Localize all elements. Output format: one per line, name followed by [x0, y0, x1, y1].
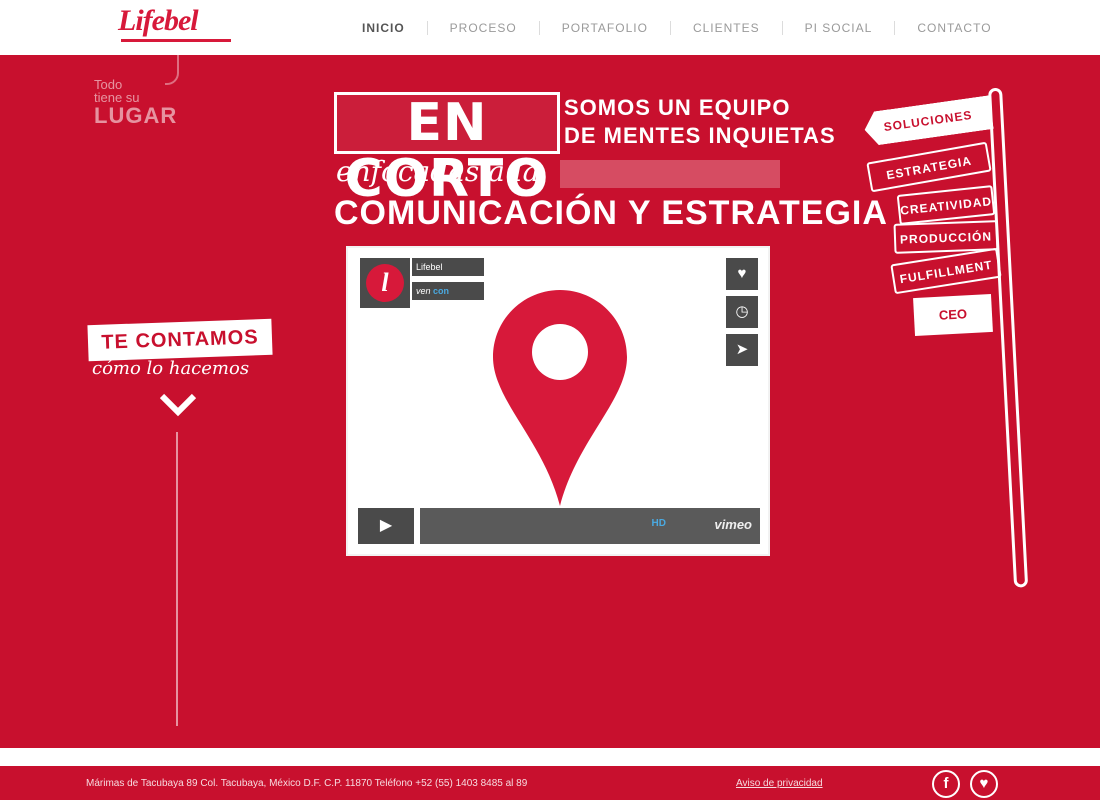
- sign-creatividad[interactable]: CREATIVIDAD: [896, 185, 996, 225]
- nav-item-proceso[interactable]: PROCESO: [428, 20, 540, 35]
- site-footer: Márimas de Tacubaya 89 Col. Tacubaya, Mé…: [0, 766, 1100, 800]
- vimeo-logo[interactable]: vimeo: [714, 517, 752, 532]
- footer-address: Márimas de Tacubaya 89 Col. Tacubaya, Mé…: [86, 778, 528, 789]
- video-title-line-2: ven con: [412, 282, 484, 300]
- headline-bottom: COMUNICACIÓN Y ESTRATEGIA: [334, 194, 888, 232]
- watch-later-icon[interactable]: ◷: [726, 296, 758, 328]
- logo-text: Lifebel: [118, 4, 199, 37]
- headline-right-line-1: SOMOS UN EQUIPO: [564, 95, 791, 120]
- cta-badge[interactable]: TE CONTAMOS: [87, 318, 273, 362]
- video-side-actions: ♥ ◷ ➤: [726, 258, 758, 366]
- location-pin-icon: [493, 290, 627, 506]
- headline-right-line-2: DE MENTES INQUIETAS: [564, 123, 836, 148]
- cta-subtitle: cómo lo hacemos: [92, 358, 250, 379]
- logo-underline: [121, 39, 231, 46]
- headline-bar: [560, 160, 780, 188]
- nav-item-pi-social[interactable]: PI SOCIAL: [783, 20, 896, 35]
- sign-fulfillment[interactable]: FULFILLMENT: [890, 247, 1002, 295]
- scroll-line: [176, 432, 178, 726]
- vimeo-social-icon[interactable]: ♥: [970, 770, 998, 798]
- nav-item-portafolio[interactable]: PORTAFOLIO: [540, 20, 671, 35]
- like-icon[interactable]: ♥: [726, 258, 758, 290]
- video-title-line-1: Lifebel: [412, 258, 484, 276]
- headline-boxed: EN CORTO: [334, 92, 560, 207]
- facebook-icon[interactable]: f: [932, 770, 960, 798]
- site-header: Lifebel INICIO PROCESO PORTAFOLIO CLIENT…: [0, 0, 1100, 55]
- nav-item-contacto[interactable]: CONTACTO: [895, 21, 1013, 35]
- share-icon[interactable]: ➤: [726, 334, 758, 366]
- sign-soluciones[interactable]: SOLUCIONES: [862, 95, 993, 146]
- headline-right: SOMOS UN EQUIPO DE MENTES INQUIETAS: [564, 94, 836, 150]
- signpost-pole: [988, 87, 1029, 588]
- tagline-line-3: LUGAR: [94, 103, 178, 128]
- video-title[interactable]: Lifebel ven con: [412, 258, 484, 302]
- hd-badge[interactable]: HD: [652, 518, 666, 529]
- nav-item-inicio[interactable]: INICIO: [340, 20, 428, 35]
- video-player[interactable]: l Lifebel ven con ♥ ◷ ➤ ▶ HD vimeo: [346, 246, 770, 556]
- headline-script: enfocadas a la: [336, 155, 540, 188]
- sign-estrategia[interactable]: ESTRATEGIA: [866, 141, 992, 193]
- video-progress-bar[interactable]: HD vimeo: [420, 508, 760, 544]
- video-controls: ▶ HD vimeo: [358, 508, 760, 544]
- sign-ceo[interactable]: CEO: [913, 293, 993, 337]
- tagline: Todo tiene su LUGAR: [94, 78, 177, 128]
- sign-produccion[interactable]: PRODUCCIÓN: [893, 220, 999, 254]
- chevron-down-icon[interactable]: [160, 390, 196, 420]
- video-logo-mark: l: [366, 264, 404, 302]
- nav-item-clientes[interactable]: CLIENTES: [671, 20, 783, 35]
- logo[interactable]: Lifebel: [118, 4, 233, 50]
- play-button[interactable]: ▶: [358, 508, 414, 544]
- footer-stripe: [0, 748, 1100, 766]
- main-nav: INICIO PROCESO PORTAFOLIO CLIENTES PI SO…: [340, 0, 1014, 55]
- video-channel-logo[interactable]: l: [360, 258, 410, 308]
- privacy-link[interactable]: Aviso de privacidad: [736, 778, 823, 789]
